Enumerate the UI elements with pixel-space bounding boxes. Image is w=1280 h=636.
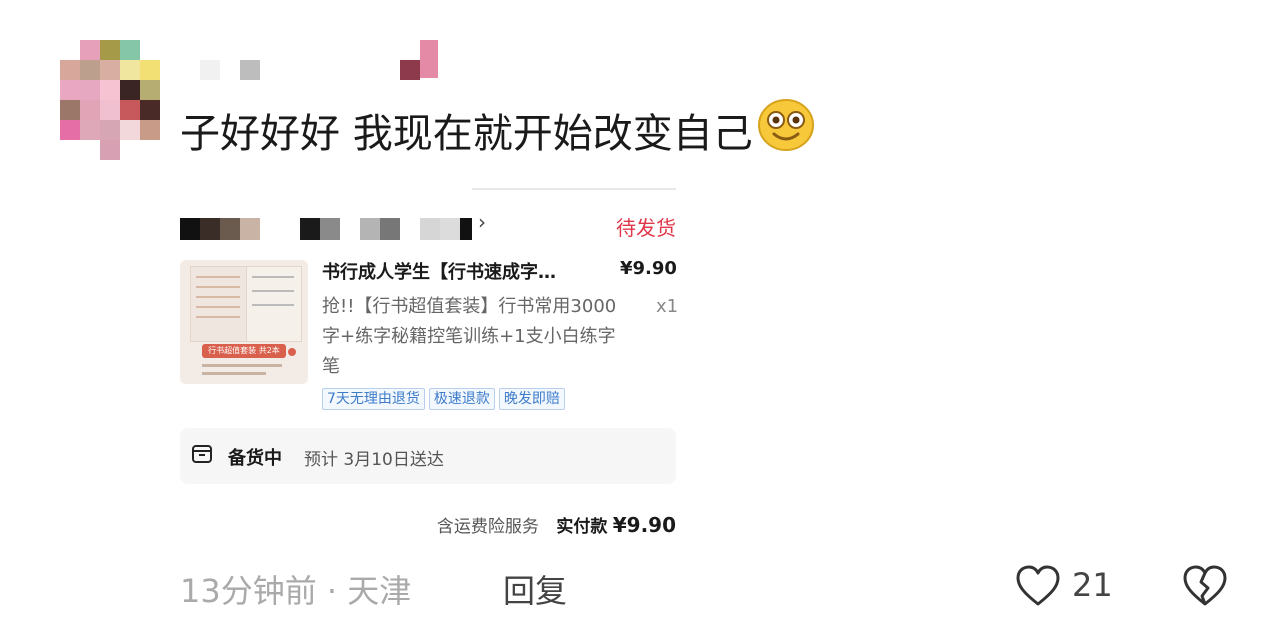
shipping-status: 备货中	[228, 448, 282, 469]
shipping-status-bar[interactable]: 备货中 预计 3月10日送达	[180, 428, 676, 484]
paid-label: 实付款	[556, 517, 608, 537]
tag-refund: 极速退款	[428, 388, 495, 410]
payment-row: 含运费险服务 实付款 ¥9.90	[437, 512, 676, 537]
comment-text: 子好好好 我现在就开始改变自己	[180, 98, 815, 170]
service-tags: 7天无理由退货 极速退款 晚发即赔	[322, 388, 565, 410]
comment-body: 子好好好 我现在就开始改变自己	[180, 111, 753, 157]
chevron-right-icon[interactable]: ›	[478, 210, 486, 234]
tag-late-ship: 晚发即赔	[498, 388, 565, 410]
product-quantity: x1	[656, 296, 679, 317]
tag-return: 7天无理由退货	[322, 388, 425, 410]
shop-name-obscured[interactable]	[180, 218, 500, 240]
like-count: 21	[1072, 566, 1113, 604]
insurance-note: 含运费险服务	[436, 517, 539, 537]
order-card[interactable]: › 待发货 行书超值套装 共2本 书行成人学生【行书速成字… ¥9.90 抢!!…	[180, 188, 679, 548]
username-obscured[interactable]	[196, 40, 446, 80]
broken-heart-icon[interactable]	[1180, 562, 1230, 610]
box-icon	[192, 445, 212, 463]
product-price: ¥9.90	[620, 258, 677, 279]
shipping-eta: 预计 3月10日送达	[304, 450, 444, 470]
thumbnail-banner: 行书超值套装 共2本	[202, 344, 286, 358]
product-thumbnail[interactable]: 行书超值套装 共2本	[180, 260, 308, 384]
grinning-face-emoji-icon	[757, 98, 815, 170]
order-status: 待发货	[616, 216, 676, 240]
product-title[interactable]: 书行成人学生【行书速成字…	[322, 258, 592, 284]
heart-icon[interactable]	[1014, 562, 1062, 610]
card-divider	[472, 188, 676, 190]
comment-time-location: 13分钟前 · 天津	[180, 572, 412, 610]
avatar[interactable]	[60, 40, 160, 160]
paid-amount: ¥9.90	[612, 513, 676, 537]
plus-icon	[288, 348, 296, 356]
reply-button[interactable]: 回复	[503, 566, 567, 612]
product-description: 抢!!【行书超值套装】行书常用3000字+练字秘籍控笔训练+1支小白练字笔	[322, 296, 617, 377]
